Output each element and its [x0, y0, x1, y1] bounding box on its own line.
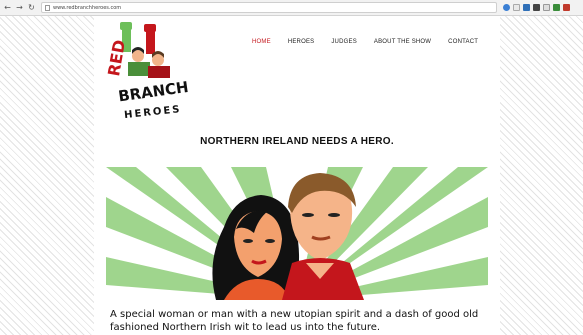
nav-item-about-the-show[interactable]: ABOUT THE SHOW: [374, 39, 431, 45]
background-pattern: [0, 16, 94, 335]
star-icon[interactable]: [513, 4, 520, 11]
logo-text-branch: BRANCH: [117, 78, 190, 106]
url-text: www.redbranchheroes.com: [53, 4, 122, 11]
logo-body: [148, 66, 170, 78]
main-nav: HOME HEROES JUDGES ABOUT THE SHOW CONTAC…: [252, 39, 495, 45]
hero-illustration: [106, 167, 488, 300]
extension-icon[interactable]: [533, 4, 540, 11]
extension-icon[interactable]: [563, 4, 570, 11]
back-arrow-icon[interactable]: ←: [3, 3, 12, 13]
extension-icon[interactable]: [523, 4, 530, 11]
nav-item-heroes[interactable]: HEROES: [288, 39, 315, 45]
address-bar[interactable]: www.redbranchheroes.com: [41, 2, 497, 13]
nav-item-judges[interactable]: JUDGES: [331, 39, 357, 45]
extension-icons: [503, 4, 573, 11]
nav-item-contact[interactable]: CONTACT: [448, 39, 478, 45]
logo-body: [128, 62, 150, 76]
logo-text-heroes: HEROES: [124, 104, 182, 121]
nav-item-home[interactable]: HOME: [252, 39, 271, 45]
page-icon: [45, 4, 50, 11]
logo-text-red: RED: [104, 38, 129, 77]
extension-icon[interactable]: [553, 4, 560, 11]
browser-toolbar: ← → ↻ www.redbranchheroes.com: [0, 0, 583, 16]
forward-arrow-icon[interactable]: →: [15, 3, 24, 13]
logo-fist: [120, 22, 132, 30]
site-logo[interactable]: RED BRANCH HEROES: [104, 20, 190, 124]
extension-icon[interactable]: [503, 4, 510, 11]
hero-tagline: A special woman or man with a new utopia…: [110, 309, 479, 333]
website-content: RED BRANCH HEROES HOME HEROES JUDGES ABO…: [94, 16, 500, 335]
logo-fist: [144, 24, 156, 32]
reload-icon[interactable]: ↻: [27, 3, 36, 13]
background-pattern: [500, 16, 583, 335]
extension-icon[interactable]: [543, 4, 550, 11]
page-headline: NORTHERN IRELAND NEEDS A HERO.: [200, 136, 394, 147]
